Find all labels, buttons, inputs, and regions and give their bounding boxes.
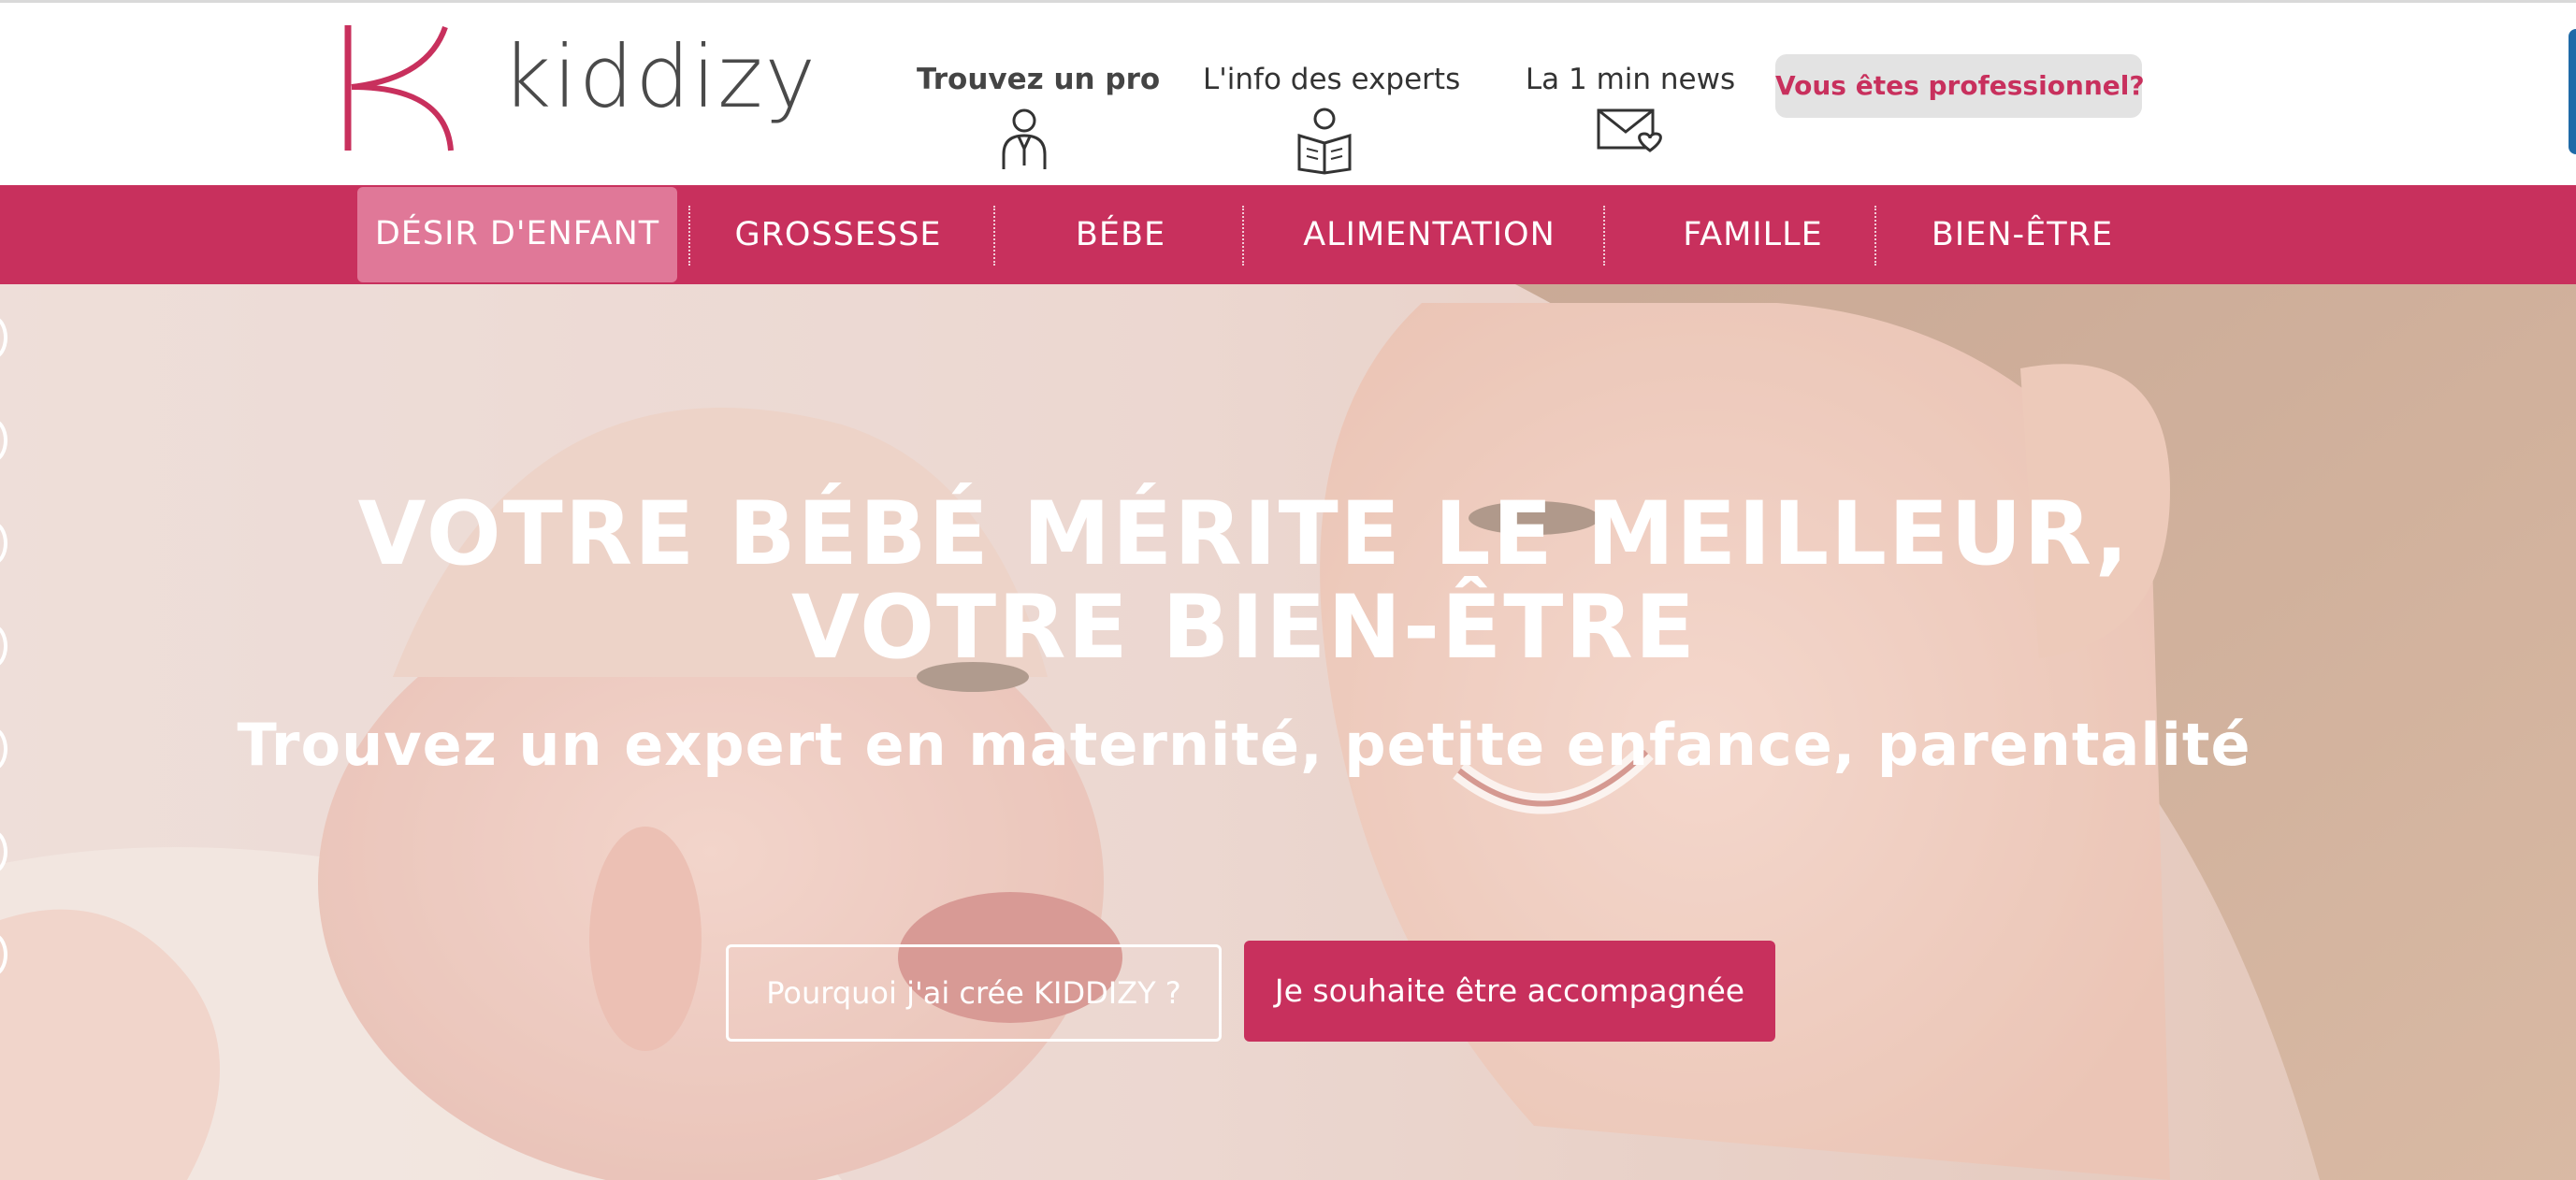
hero-title-line-1: VOTRE BÉBÉ MÉRITE LE MEILLEUR,: [357, 483, 2131, 585]
one-min-news-link[interactable]: La 1 min news: [1523, 63, 1738, 154]
find-pro-link[interactable]: Trouvez un pro: [917, 63, 1161, 173]
nav-item-grossesse[interactable]: GROSSESSE: [698, 185, 978, 284]
k-logo-icon: [344, 25, 454, 151]
nav-separator: [1242, 206, 1244, 266]
nav-item-bien-etre[interactable]: BIEN-ÊTRE: [1882, 185, 2163, 284]
nav-separator: [1603, 206, 1605, 266]
side-tab[interactable]: [2569, 29, 2576, 154]
nav-separator: [1874, 206, 1876, 266]
hero-title: VOTRE BÉBÉ MÉRITE LE MEILLEUR, VOTRE BIE…: [0, 488, 2488, 675]
hero-subtitle: Trouvez un expert en maternité, petite e…: [237, 711, 2251, 779]
kiddizy-logo[interactable]: kiddizy: [344, 25, 816, 156]
nav-separator: [688, 206, 690, 266]
site-header: kiddizy Trouvez un pro L'info des expert…: [0, 3, 2576, 185]
get-support-button[interactable]: Je souhaite être accompagnée: [1244, 941, 1775, 1042]
professional-person-icon: [1002, 108, 1047, 169]
find-pro-label: Trouvez un pro: [917, 63, 1161, 96]
envelope-heart-icon: [1597, 108, 1662, 152]
logo-wordmark: kiddizy: [501, 27, 818, 127]
nav-item-alimentation[interactable]: ALIMENTATION: [1250, 185, 1609, 284]
reading-person-icon: [1297, 108, 1352, 175]
expert-info-link[interactable]: L'info des experts: [1203, 63, 1461, 175]
one-min-news-label: La 1 min news: [1525, 63, 1736, 96]
nav-item-famille[interactable]: FAMILLE: [1611, 185, 1895, 284]
professional-button[interactable]: Vous êtes professionnel?: [1775, 54, 2145, 118]
nav-item-bebe[interactable]: BÉBE: [1001, 185, 1240, 284]
main-nav: DÉSIR D'ENFANT GROSSESSE BÉBE ALIMENTATI…: [0, 185, 2576, 284]
nav-item-desir-enfant[interactable]: DÉSIR D'ENFANT: [357, 187, 677, 282]
nav-separator: [993, 206, 995, 266]
why-kiddizy-button[interactable]: Pourquoi j'ai crée KIDDIZY ?: [726, 944, 1222, 1042]
expert-info-label: L'info des experts: [1203, 63, 1461, 96]
hero-title-line-2: VOTRE BIEN-ÊTRE: [791, 577, 1697, 679]
hero-banner: VOTRE BÉBÉ MÉRITE LE MEILLEUR, VOTRE BIE…: [0, 284, 2576, 1180]
